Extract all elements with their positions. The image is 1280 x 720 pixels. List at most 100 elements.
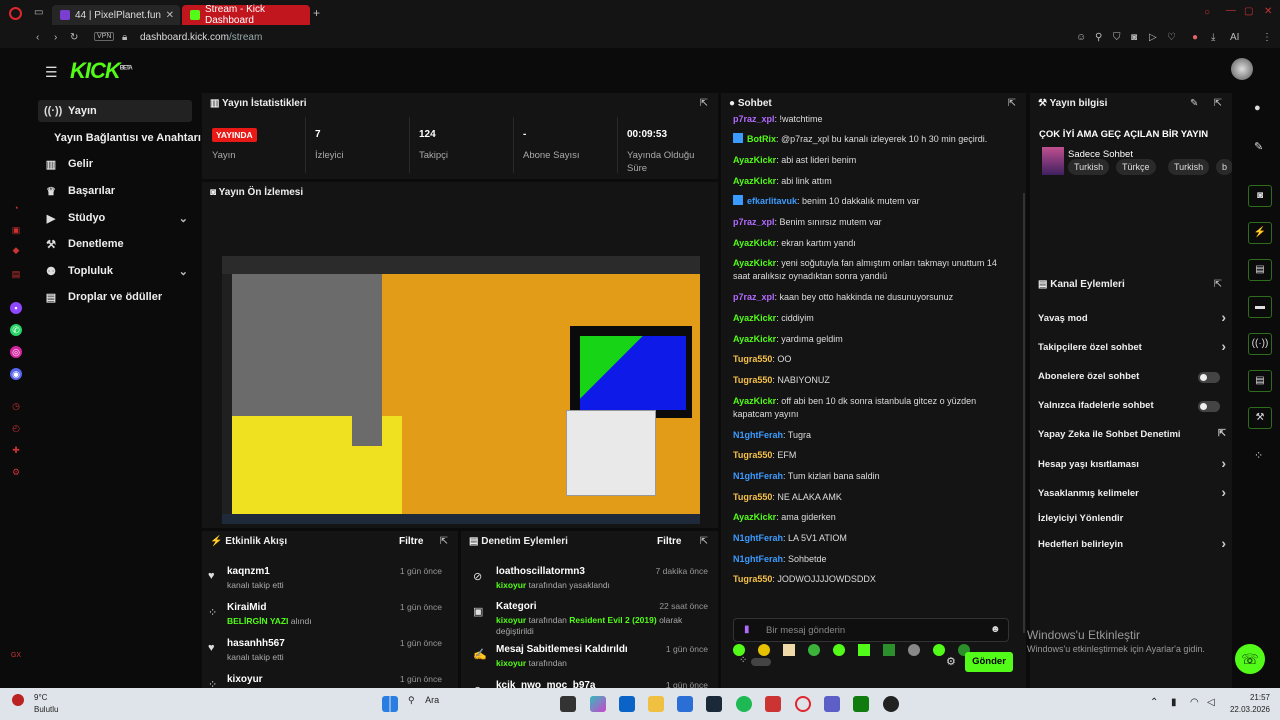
aria-icon[interactable]: ◔ <box>10 202 22 214</box>
chat-username[interactable]: Tugra550 <box>733 375 772 385</box>
chat-username[interactable]: N1ghtFerah <box>733 471 783 481</box>
popout-icon[interactable]: ⇱ <box>700 98 708 109</box>
volume-icon[interactable]: ◁ <box>1207 697 1215 708</box>
play-icon[interactable]: ▷ <box>1149 32 1157 43</box>
emote-icon[interactable] <box>933 644 945 656</box>
emote-icon[interactable] <box>908 644 920 656</box>
workspaces-icon[interactable]: ▭ <box>34 7 43 18</box>
cube-icon[interactable]: ◆ <box>10 244 22 256</box>
chat-button[interactable]: ▬ <box>1248 296 1272 318</box>
edit-icon[interactable]: ✎ <box>1254 140 1263 153</box>
teams-icon[interactable] <box>824 696 840 712</box>
chat-toggle[interactable] <box>751 658 771 666</box>
table-row[interactable]: ⊘ loathoscillatormn3 7 dakika önce kixoyur … <box>461 566 718 606</box>
clock[interactable]: 21:57 22.03.2026 <box>1222 692 1270 716</box>
chat-username[interactable]: AyazKickr <box>733 313 776 323</box>
vpn-badge[interactable]: VPN <box>94 32 115 41</box>
chat-username[interactable]: p7raz_xpl <box>733 292 775 302</box>
chat-username[interactable]: Tugra550 <box>733 492 772 502</box>
tray-chevron-icon[interactable]: ⌃ <box>1150 697 1158 708</box>
player-icon[interactable]: ▤ <box>10 268 22 280</box>
filter-button[interactable]: Filtre <box>399 536 423 547</box>
microphone-icon[interactable]: ▮ <box>1171 697 1177 708</box>
close-tab-icon[interactable]: ✕ <box>166 10 174 21</box>
popout-icon[interactable]: ⇱ <box>440 536 448 547</box>
chat-settings-icon[interactable]: ⚙ <box>946 655 956 668</box>
chat-username[interactable]: N1ghtFerah <box>733 430 783 440</box>
edit-icon[interactable]: ✎ <box>1190 98 1198 109</box>
popout-icon[interactable]: ⇱ <box>1008 98 1016 109</box>
chat-username[interactable]: N1ghtFerah <box>733 533 783 543</box>
more-icon[interactable]: ⁘ <box>1254 449 1263 462</box>
layout-button[interactable]: ▤ <box>1248 370 1272 392</box>
extensions-icon[interactable]: ✚ <box>10 444 22 456</box>
new-tab-icon[interactable]: + <box>313 6 320 20</box>
store-icon[interactable] <box>677 696 693 712</box>
tag[interactable]: Turkish <box>1068 159 1110 175</box>
whatsapp-icon[interactable]: ✆ <box>10 324 22 336</box>
instagram-icon[interactable]: ◎ <box>10 346 22 358</box>
steam-icon[interactable] <box>706 696 722 712</box>
chat-username[interactable]: AyazKickr <box>733 512 776 522</box>
channel-action-item[interactable]: Hedefleri belirleyin › <box>1038 535 1226 553</box>
camera-mode-button[interactable]: ◙ <box>1248 185 1272 207</box>
outlook-icon[interactable] <box>619 696 635 712</box>
close-window-icon[interactable]: ✕ <box>1264 6 1272 17</box>
tab-kick-dashboard[interactable]: Stream - Kick Dashboard <box>182 4 310 26</box>
user-avatar[interactable] <box>1231 58 1253 80</box>
tab-pixelplanet[interactable]: 44 | PixelPlanet.fun ✕ <box>52 5 180 25</box>
category-thumbnail[interactable] <box>1042 147 1064 175</box>
quick-actions-button[interactable]: ⚡ <box>1248 222 1272 244</box>
opera-gx-icon[interactable] <box>795 696 811 712</box>
wallet-icon[interactable]: ▣ <box>10 224 22 236</box>
table-row[interactable]: ⊘kcik_nwo_moc_b97a1 gün öncekixoyur tara… <box>461 680 718 688</box>
emote-icon[interactable] <box>833 644 845 656</box>
info-icon[interactable]: ● <box>1254 102 1261 114</box>
stream-preview-video[interactable] <box>222 256 700 524</box>
profile-icon[interactable]: ● <box>1192 32 1198 43</box>
search-tabs-icon[interactable]: ○ <box>1204 7 1210 18</box>
channel-action-item[interactable]: Yavaş mod › <box>1038 309 1226 327</box>
back-icon[interactable]: ‹ <box>36 32 39 43</box>
twitch-icon[interactable]: ▪ <box>10 302 22 314</box>
list-item[interactable]: ♥ kaqnzm1 1 gün önce kanalı takip etti <box>202 566 452 602</box>
channel-action-item[interactable]: Takipçilere özel sohbet › <box>1038 338 1226 356</box>
channel-action-item[interactable]: Yasaklanmış kelimeler › <box>1038 484 1226 502</box>
discord-icon[interactable]: ◉ <box>10 368 22 380</box>
emote-icon[interactable] <box>883 644 895 656</box>
tag[interactable]: Turkish <box>1168 159 1210 175</box>
sidebar-item-droplar[interactable]: ▤ Droplar ve ödüller <box>38 286 192 308</box>
table-row[interactable]: ✍ Mesaj Sabitlemesi Kaldırıldı 1 gün önce k… <box>461 644 718 684</box>
heart-icon[interactable]: ♡ <box>1167 32 1176 43</box>
wifi-icon[interactable]: ◠ <box>1190 697 1199 708</box>
history-icon[interactable]: ◷ <box>10 400 22 412</box>
chat-message-input[interactable]: ▮ Bir mesaj gönderin ☻ <box>733 618 1009 642</box>
chat-username[interactable]: AyazKickr <box>733 176 776 186</box>
send-button[interactable]: Gönder <box>965 652 1013 672</box>
xbox-icon[interactable] <box>853 696 869 712</box>
sidebar-item-studyo[interactable]: ▶ Stüdyo ⌄ <box>38 207 192 229</box>
emoji-icon[interactable]: ☺ <box>1076 32 1086 43</box>
url-field[interactable]: dashboard.kick.com/stream <box>140 32 262 43</box>
emote-icon[interactable] <box>783 644 795 656</box>
channel-action-item[interactable]: İzleyiciyi Yönlendir <box>1038 513 1226 527</box>
popout-icon[interactable]: ⇱ <box>1214 279 1222 290</box>
chat-username[interactable]: efkarlitavuk <box>747 196 797 206</box>
obs-icon[interactable] <box>883 696 899 712</box>
app-icon[interactable] <box>765 696 781 712</box>
sidebar-item-basarilar[interactable]: ♛ Başarılar <box>38 180 192 202</box>
toggle-switch[interactable] <box>1198 401 1220 412</box>
tools-button[interactable]: ⚒ <box>1248 407 1272 429</box>
sidebar-item-topluluk[interactable]: ⚉ Topluluk ⌄ <box>38 260 192 282</box>
emote-icon[interactable] <box>808 644 820 656</box>
popout-icon[interactable]: ⇱ <box>1214 98 1222 109</box>
clock-icon[interactable]: ◴ <box>10 422 22 434</box>
chat-username[interactable]: Tugra550 <box>733 354 772 364</box>
taskbar-search[interactable]: ⚲ Ara <box>408 695 548 713</box>
table-row[interactable]: ▣ Kategori 22 saat önce kixoyur tarafından … <box>461 601 718 641</box>
spotify-icon[interactable] <box>736 696 752 712</box>
pin-icon[interactable]: ⚲ <box>1095 32 1102 43</box>
notes-button[interactable]: ▤ <box>1248 259 1272 281</box>
emote-icon[interactable] <box>858 644 870 656</box>
microphone-icon[interactable]: ▮ <box>744 624 750 635</box>
